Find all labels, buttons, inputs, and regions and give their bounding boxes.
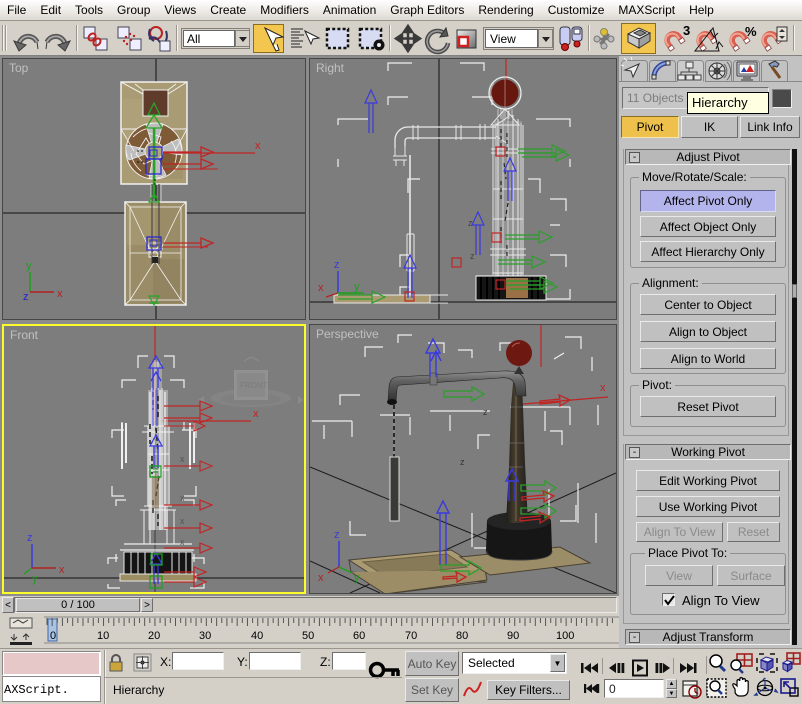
svg-text:x: x xyxy=(600,382,606,394)
svg-text:100: 100 xyxy=(556,630,574,642)
svg-text:40: 40 xyxy=(251,630,263,642)
svg-text:z: z xyxy=(334,259,340,271)
svg-text:x: x xyxy=(57,288,63,300)
svg-text:All: All xyxy=(187,32,200,46)
svg-text:z: z xyxy=(23,291,29,303)
svg-text:x: x xyxy=(253,408,259,420)
svg-text:70: 70 xyxy=(405,630,417,642)
svg-text:z: z xyxy=(27,532,33,544)
svg-text:%: % xyxy=(745,24,757,39)
svg-text:z: z xyxy=(468,218,473,228)
svg-text:x: x xyxy=(59,564,65,576)
svg-text:x: x xyxy=(180,493,185,503)
svg-text:FRONT: FRONT xyxy=(240,381,268,390)
svg-text:0: 0 xyxy=(50,630,56,642)
svg-text:x: x xyxy=(318,572,324,584)
svg-text:x: x xyxy=(180,516,185,526)
svg-text:x: x xyxy=(180,537,185,547)
svg-text:20: 20 xyxy=(148,630,160,642)
svg-text:50: 50 xyxy=(302,630,314,642)
svg-text:10: 10 xyxy=(97,630,109,642)
svg-text:30: 30 xyxy=(199,630,211,642)
svg-text:y: y xyxy=(354,281,360,293)
svg-text:y: y xyxy=(32,573,38,585)
svg-text:y: y xyxy=(354,572,360,584)
svg-text:x: x xyxy=(180,454,185,464)
svg-text:60: 60 xyxy=(353,630,365,642)
svg-text:3: 3 xyxy=(683,23,690,38)
svg-text:80: 80 xyxy=(456,630,468,642)
svg-text:View: View xyxy=(490,32,516,46)
svg-text:z: z xyxy=(483,407,488,417)
svg-text:z: z xyxy=(460,457,465,467)
svg-text:x: x xyxy=(318,282,324,294)
svg-text:z: z xyxy=(470,251,475,261)
svg-text:90: 90 xyxy=(507,630,519,642)
svg-text:x: x xyxy=(255,140,261,152)
svg-text:z: z xyxy=(334,529,340,541)
svg-text:y: y xyxy=(26,260,32,272)
